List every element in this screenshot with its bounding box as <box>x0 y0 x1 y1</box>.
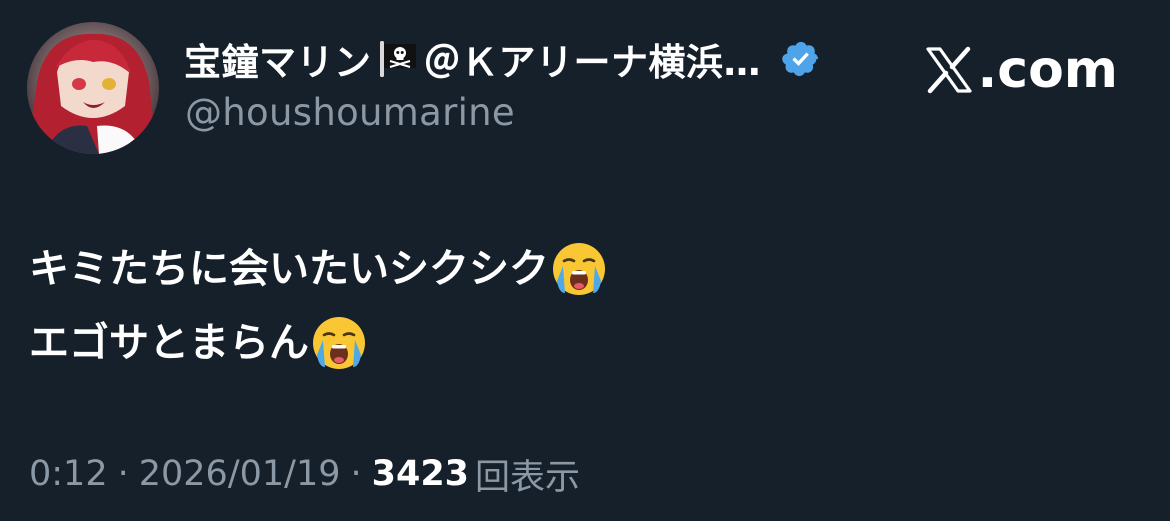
meta-separator: · <box>117 454 129 494</box>
pirate-flag-icon <box>378 41 418 77</box>
display-name-text: 宝鐘マリン <box>184 41 372 84</box>
x-logo-icon <box>924 45 974 95</box>
verified-badge-icon[interactable] <box>781 39 821 79</box>
tweet-meta: 0:12 · 2026/01/19 · 3423 回表示 <box>29 446 580 502</box>
tweet-date[interactable]: 2026/01/19 <box>139 454 341 494</box>
tweet-line: キミたちに会いたいシクシク <box>29 232 607 306</box>
tweet-line-text: エゴサとまらん <box>29 320 309 366</box>
avatar[interactable] <box>27 22 159 154</box>
tweet-line-text: キミたちに会いたいシクシク <box>29 246 549 292</box>
brand-logo[interactable]: .com <box>924 40 1119 100</box>
tweet-text: キミたちに会いたいシクシク エゴサとまらん <box>29 232 607 380</box>
author-handle[interactable]: @houshoumarine <box>185 91 515 134</box>
meta-separator: · <box>350 454 362 494</box>
loudly-crying-face-icon <box>311 315 367 371</box>
views-label: 回表示 <box>475 457 581 498</box>
author-display-name[interactable]: 宝鐘マリン ＠Ｋアリーナ横浜… <box>184 34 821 84</box>
views-count[interactable]: 3423 <box>372 454 469 494</box>
brand-text: .com <box>977 40 1119 100</box>
tweet-line: エゴサとまらん <box>29 306 607 380</box>
tweet-time[interactable]: 0:12 <box>29 454 108 494</box>
display-name-suffix: ＠Ｋアリーナ横浜… <box>423 41 761 84</box>
loudly-crying-face-icon <box>551 241 607 297</box>
